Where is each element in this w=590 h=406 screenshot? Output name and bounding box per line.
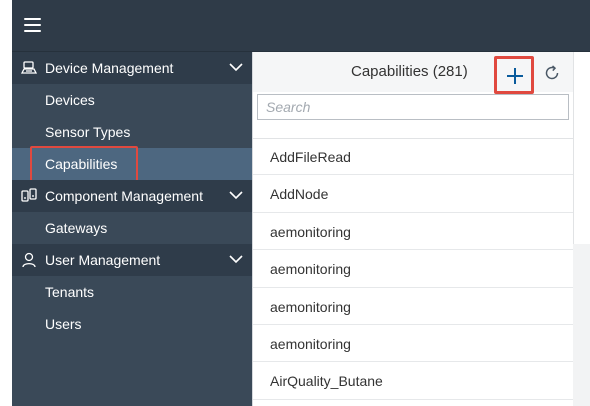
add-capability-button[interactable] [494, 56, 534, 94]
list-item-label: aemonitoring [270, 261, 351, 278]
nav-group-label: Component Management [45, 188, 203, 204]
device-management-icon [21, 61, 37, 74]
list-item[interactable]: AddFileRead [253, 138, 573, 176]
component-management-icon [21, 188, 37, 202]
search-input[interactable] [257, 94, 569, 120]
shell-header [12, 0, 590, 52]
sidebar-item-sensor-types[interactable]: Sensor Types [12, 116, 252, 148]
sidebar-item-label: Users [45, 316, 82, 332]
nav-group-component-management[interactable]: Component Management [12, 180, 252, 212]
list-item[interactable]: aemonitoring [253, 213, 573, 251]
hamburger-menu-icon[interactable] [24, 18, 41, 32]
sidebar-item-tenants[interactable]: Tenants [12, 276, 252, 308]
sidebar-item-users[interactable]: Users [12, 308, 252, 340]
sidebar-item-label: Gateways [45, 220, 108, 236]
capabilities-highlight [30, 146, 138, 182]
list-item-label: AddFileRead [270, 149, 351, 165]
refresh-icon[interactable] [543, 64, 561, 82]
list-item-label: AddNode [270, 186, 329, 203]
nav-group-label: User Management [45, 252, 161, 268]
side-navigation: Device Management Devices Sensor Types C… [12, 52, 252, 406]
capabilities-list: AddFileRead AddNode aemonitoring aemonit… [253, 138, 573, 400]
list-item-label: aemonitoring [270, 335, 351, 352]
chevron-down-icon[interactable] [229, 254, 243, 264]
list-item[interactable]: AirQuality_Butane [253, 362, 573, 400]
sidebar-item-capabilities[interactable]: Capabilities [12, 146, 252, 182]
app-window: Device Management Devices Sensor Types C… [0, 0, 590, 406]
nav-group-device-management[interactable]: Device Management [12, 52, 252, 84]
nav-group-user-management[interactable]: User Management [12, 244, 252, 276]
list-item[interactable]: aemonitoring [253, 325, 573, 363]
window-edge [0, 0, 12, 406]
sidebar-item-gateways[interactable]: Gateways [12, 212, 252, 244]
sidebar-item-label: Devices [45, 92, 95, 108]
capabilities-list-panel: Capabilities (281) AddFileRead AddNode a… [253, 52, 573, 406]
sidebar-item-label: Tenants [45, 284, 95, 300]
page-title: Capabilities (281) [351, 63, 468, 80]
list-item[interactable]: aemonitoring [253, 288, 573, 325]
sidebar-item-devices[interactable]: Devices [12, 84, 252, 116]
list-item[interactable]: AddNode [253, 175, 573, 213]
list-item[interactable]: aemonitoring [253, 250, 573, 288]
nav-group-label: Device Management [45, 60, 174, 76]
sidebar-item-label: Sensor Types [45, 124, 131, 140]
list-item-label: aemonitoring [270, 298, 351, 315]
list-item-label: AirQuality_Butane [270, 373, 383, 390]
list-item-label: aemonitoring [270, 223, 351, 240]
user-icon [22, 252, 36, 268]
chevron-down-icon[interactable] [229, 190, 243, 200]
list-header: Capabilities (281) [253, 52, 573, 94]
chevron-down-icon[interactable] [229, 62, 243, 72]
plus-icon [507, 68, 523, 84]
detail-pane-top [573, 52, 590, 244]
